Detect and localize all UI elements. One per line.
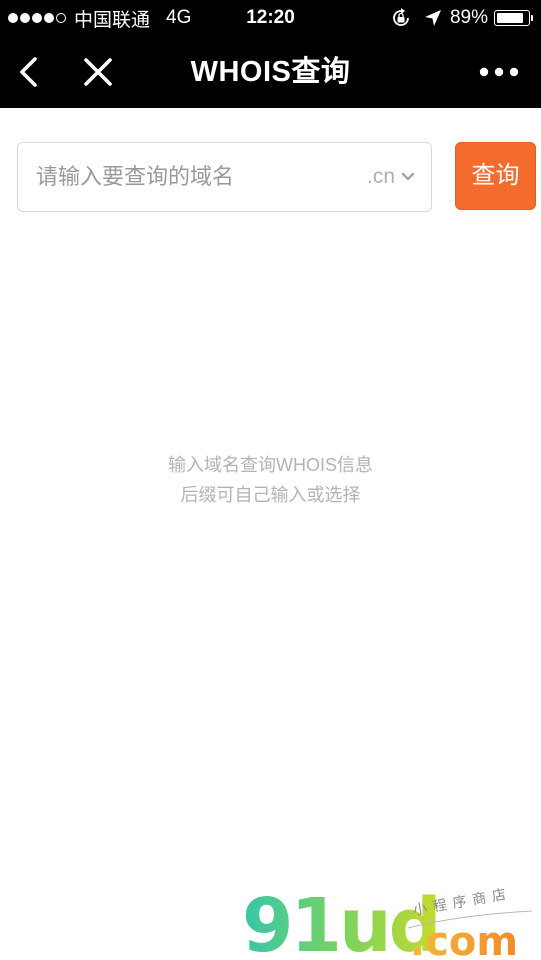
app-screen: 中国联通 4G 12:20 89% WHOIS查询 请输入要查询的域名 .cn …	[0, 0, 541, 960]
hint-line-2: 后缀可自己输入或选择	[180, 485, 361, 505]
rotation-lock-icon	[390, 7, 412, 29]
domain-input[interactable]	[36, 143, 336, 210]
chevron-down-icon	[401, 172, 415, 180]
battery-icon	[494, 10, 530, 26]
suffix-value: .cn	[366, 164, 395, 188]
watermark-logo: 91ud .com 小程序商店	[240, 885, 540, 960]
hint-line-1: 输入域名查询WHOIS信息	[168, 455, 373, 475]
watermark-domain: .com	[410, 919, 518, 960]
status-right: 89%	[390, 0, 533, 36]
battery-fill	[497, 13, 523, 23]
battery-tip	[531, 15, 533, 21]
more-dots-icon[interactable]	[479, 62, 519, 82]
empty-hint: 输入域名查询WHOIS信息 后缀可自己输入或选择	[0, 450, 541, 510]
page-title: WHOIS查询	[190, 56, 351, 88]
query-button[interactable]: 查询	[455, 142, 536, 210]
domain-search-box: .cn	[17, 142, 432, 212]
suffix-select[interactable]: .cn	[367, 143, 415, 210]
location-arrow-icon	[424, 9, 442, 27]
battery-percent: 89%	[449, 7, 488, 28]
nav-bar: WHOIS查询	[0, 36, 541, 108]
status-bar: 中国联通 4G 12:20 89%	[0, 0, 541, 36]
